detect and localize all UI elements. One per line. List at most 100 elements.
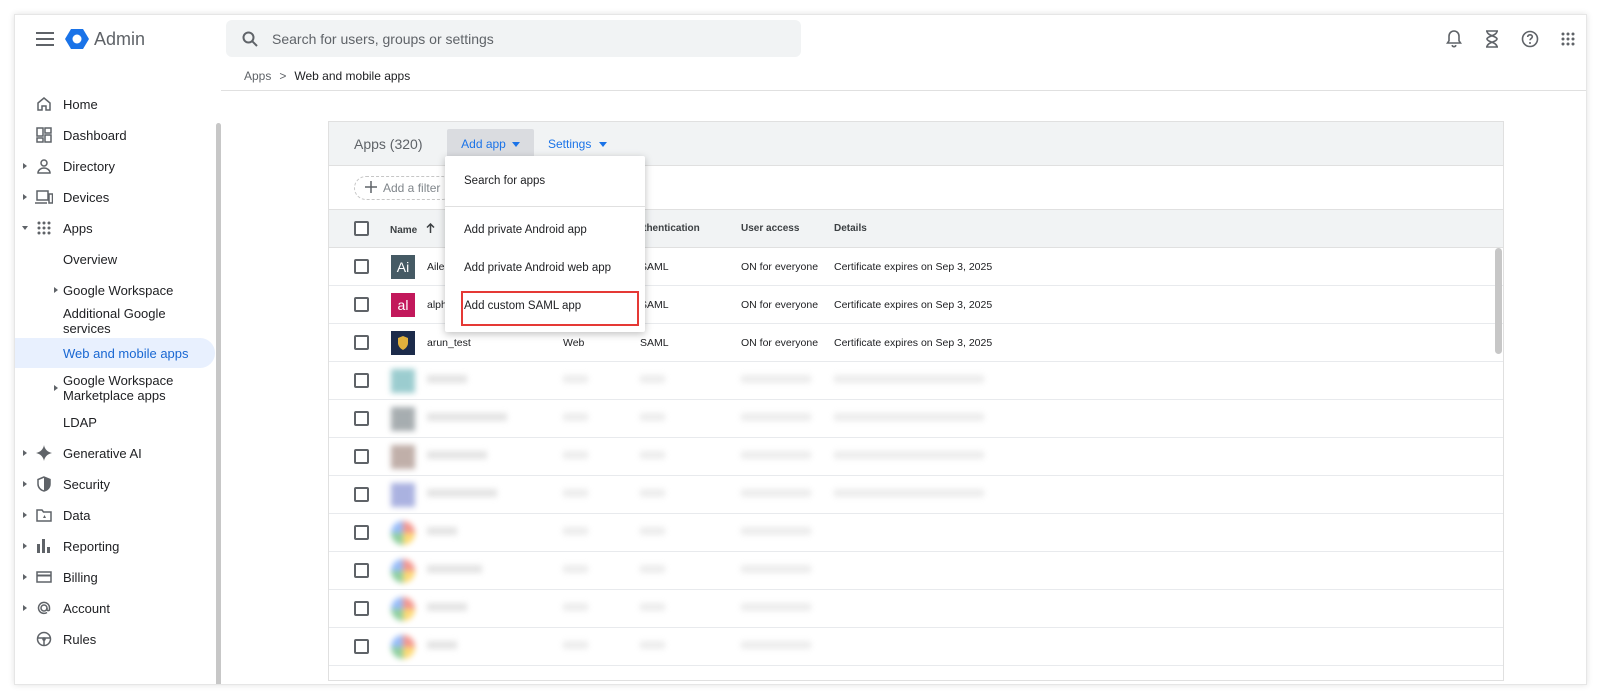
sidebar-item-overview[interactable]: Overview	[15, 244, 215, 274]
sidebar-item-security[interactable]: Security	[15, 469, 215, 499]
sidebar-item-web-and-mobile-apps[interactable]: Web and mobile apps	[15, 338, 215, 368]
table-row[interactable]	[329, 362, 1503, 400]
main-menu-button[interactable]	[33, 27, 57, 51]
app-details: Certificate expires on Sep 3, 2025	[834, 337, 993, 349]
redacted-cell	[741, 565, 811, 573]
table-row[interactable]	[329, 590, 1503, 628]
sidebar-item-directory[interactable]: Directory	[15, 151, 215, 181]
settings-button[interactable]: Settings	[548, 129, 608, 159]
sidebar-item-account[interactable]: Account	[15, 593, 215, 623]
sidebar-item-billing[interactable]: Billing	[15, 562, 215, 592]
folder-icon	[35, 506, 53, 524]
sidebar-item-devices[interactable]: Devices	[15, 182, 215, 212]
search-bar[interactable]: Search for users, groups or settings	[226, 20, 801, 57]
expand-arrow-icon[interactable]	[22, 574, 28, 580]
sidebar-item-additional-google-services[interactable]: Additional Google services	[15, 306, 215, 336]
table-row[interactable]	[329, 476, 1503, 514]
sidebar-item-google-workspace[interactable]: Google Workspace	[15, 275, 215, 305]
menu-item-add-custom-saml-app[interactable]: Add custom SAML app	[445, 300, 645, 312]
sidebar-item-label: Google Workspace Marketplace apps	[63, 373, 174, 403]
menu-item-add-private-android-app[interactable]: Add private Android app	[445, 224, 645, 236]
tasks-hourglass-icon[interactable]	[1480, 27, 1504, 51]
row-checkbox[interactable]	[354, 373, 369, 388]
row-checkbox[interactable]	[354, 259, 369, 274]
expand-arrow-icon[interactable]	[22, 543, 28, 549]
app-avatar	[391, 331, 415, 355]
table-row[interactable]	[329, 438, 1503, 476]
collapse-arrow-icon[interactable]	[22, 225, 28, 231]
redacted-cell	[640, 603, 665, 611]
expand-arrow-icon[interactable]	[22, 481, 28, 487]
admin-logo-icon[interactable]	[65, 27, 89, 51]
redacted-cell	[741, 641, 811, 649]
sidebar-item-apps[interactable]: Apps	[15, 213, 215, 243]
table-row[interactable]	[329, 628, 1503, 666]
row-checkbox[interactable]	[354, 563, 369, 578]
sidebar-item-dashboard[interactable]: Dashboard	[15, 120, 215, 150]
add-app-button[interactable]: Add app	[447, 129, 534, 159]
row-checkbox[interactable]	[354, 335, 369, 350]
app-details: Certificate expires on Sep 3, 2025	[834, 261, 993, 273]
dashboard-icon	[35, 126, 53, 144]
sidebar-item-ldap[interactable]: LDAP	[15, 407, 215, 437]
notifications-bell-icon[interactable]	[1442, 27, 1466, 51]
avatar-text: Ai	[396, 259, 410, 275]
table-row[interactable]	[329, 552, 1503, 590]
column-header-name[interactable]: Name	[390, 222, 435, 236]
admin-window: Admin Search for users, groups or settin…	[14, 14, 1587, 685]
expand-arrow-icon[interactable]	[22, 605, 28, 611]
brand-title[interactable]: Admin	[94, 27, 145, 51]
sidebar-item-reporting[interactable]: Reporting	[15, 531, 215, 561]
expand-arrow-icon[interactable]	[22, 512, 28, 518]
search-icon	[240, 29, 260, 49]
row-checkbox[interactable]	[354, 639, 369, 654]
expand-arrow-icon[interactable]	[22, 194, 28, 200]
sidebar-item-marketplace-apps[interactable]: Google Workspace Marketplace apps	[15, 368, 215, 408]
expand-arrow-icon[interactable]	[53, 385, 59, 391]
help-icon[interactable]	[1518, 27, 1542, 51]
sidebar-item-home[interactable]: Home	[15, 89, 215, 119]
app-avatar	[391, 445, 415, 469]
sidebar-item-data[interactable]: Data	[15, 500, 215, 530]
table-row[interactable]	[329, 400, 1503, 438]
app-auth: SAML	[640, 337, 669, 349]
divider	[221, 90, 1586, 91]
row-checkbox[interactable]	[354, 601, 369, 616]
row-checkbox[interactable]	[354, 525, 369, 540]
redacted-cell	[427, 413, 507, 421]
redacted-cell	[427, 489, 497, 497]
column-header-authentication[interactable]: uthentication	[637, 223, 700, 234]
row-checkbox[interactable]	[354, 487, 369, 502]
app-name[interactable]: alph	[427, 299, 447, 311]
app-name[interactable]: arun_test	[427, 337, 471, 349]
row-checkbox[interactable]	[354, 411, 369, 426]
expand-arrow-icon[interactable]	[22, 450, 28, 456]
plus-icon	[365, 180, 377, 196]
menu-item-search-for-apps[interactable]: Search for apps	[445, 175, 645, 187]
app-access: ON for everyone	[741, 261, 819, 273]
sort-ascending-icon[interactable]	[426, 222, 435, 236]
sidebar-item-label: Reporting	[63, 538, 120, 554]
redacted-cell	[427, 641, 457, 649]
apps-launcher-icon[interactable]	[1556, 27, 1580, 51]
expand-arrow-icon[interactable]	[53, 287, 59, 293]
app-avatar: al	[391, 293, 415, 317]
expand-arrow-icon[interactable]	[22, 163, 28, 169]
sidebar-item-generative-ai[interactable]: Generative AI	[15, 438, 215, 468]
breadcrumb-apps[interactable]: Apps	[244, 69, 271, 83]
add-filter-button[interactable]: Add a filter	[354, 176, 454, 200]
menu-item-add-private-android-web-app[interactable]: Add private Android web app	[445, 262, 645, 274]
row-checkbox[interactable]	[354, 297, 369, 312]
select-all-checkbox[interactable]	[354, 221, 369, 236]
redacted-cell	[427, 451, 487, 459]
search-input[interactable]: Search for users, groups or settings	[272, 31, 494, 47]
redacted-cell	[563, 489, 588, 497]
table-scrollbar[interactable]	[1495, 248, 1502, 354]
sidebar-item-rules[interactable]: Rules	[15, 624, 215, 654]
redacted-cell	[741, 489, 811, 497]
column-header-details[interactable]: Details	[834, 223, 867, 234]
row-checkbox[interactable]	[354, 449, 369, 464]
redacted-cell	[563, 641, 588, 649]
column-header-user-access[interactable]: User access	[741, 223, 799, 234]
table-row[interactable]	[329, 514, 1503, 552]
